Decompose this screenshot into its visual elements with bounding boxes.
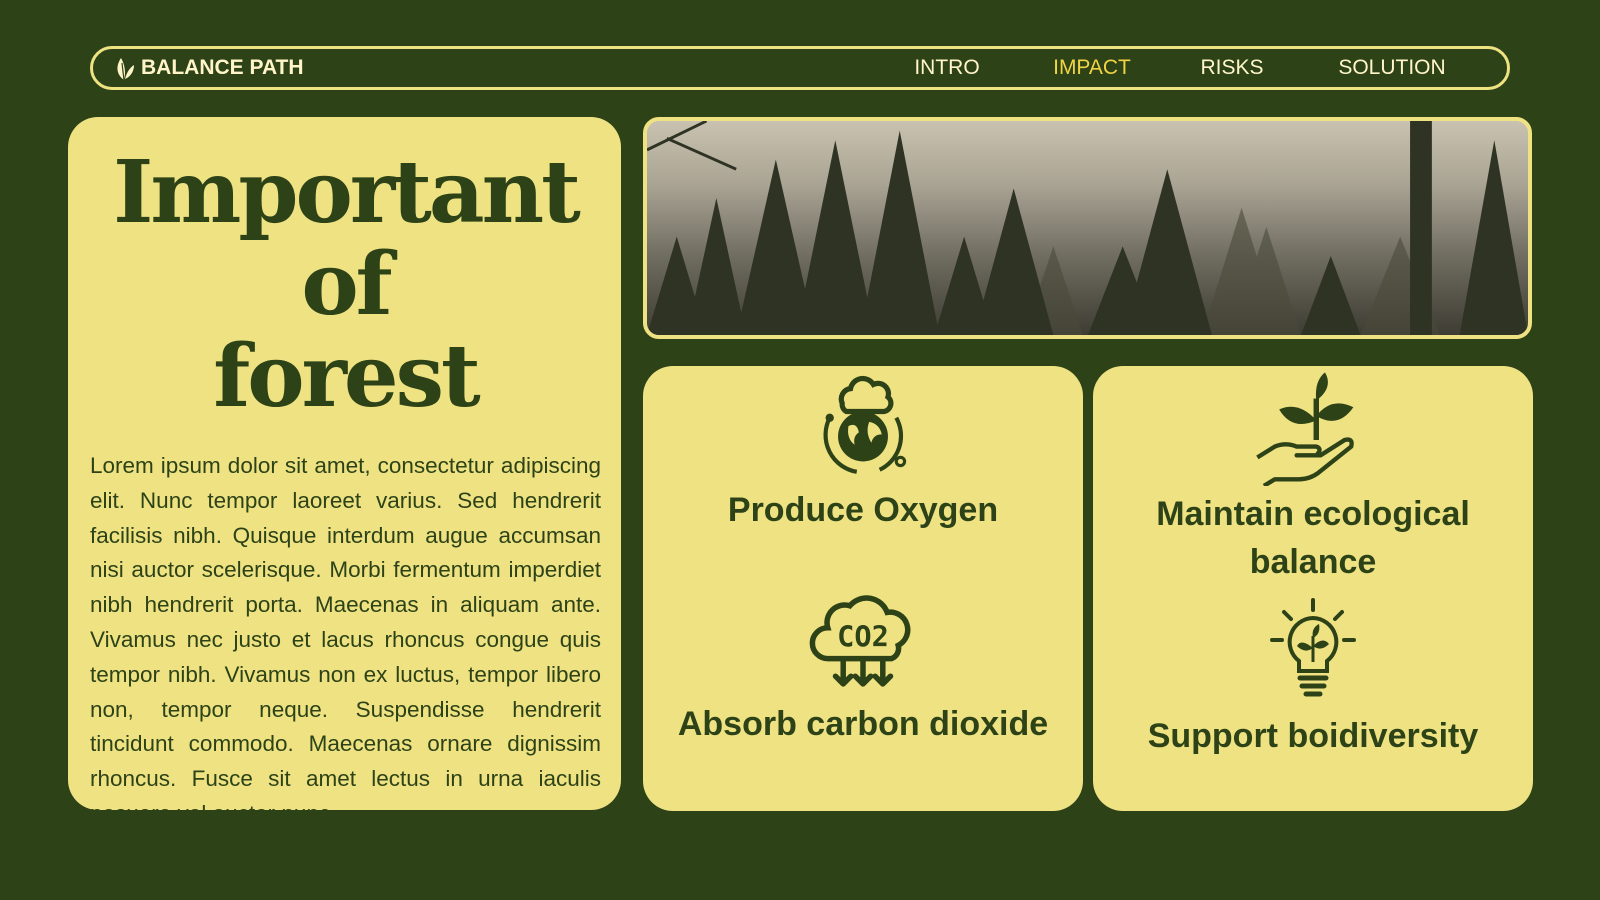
co2-cloud-icon: CO2 [809,595,911,687]
benefit-label: Support boidiversity [1147,717,1479,755]
brand-name: BALANCE PATH [141,56,304,79]
nav-risks[interactable]: RISKS [1167,56,1297,80]
forest-illustration [647,121,1528,335]
page-title: Important of forest [90,147,601,423]
nav-menu: INTRO IMPACT RISKS SOLUTION [877,56,1487,80]
title-line-1: Important of [113,142,581,335]
benefit-label: Maintain ecological balance [1156,495,1470,581]
benefit-label: Produce Oxygen [727,491,999,529]
leaf-icon [117,58,134,81]
top-navigation: BALANCE PATH INTRO IMPACT RISKS SOLUTION [90,46,1510,90]
benefit-support-biodiversity: Support boidiversity [1093,598,1533,760]
intro-panel: Important of forest Lorem ipsum dolor si… [68,117,621,826]
co2-text: CO2 [837,620,889,654]
nav-impact[interactable]: IMPACT [1017,56,1167,80]
benefit-card-2: Maintain ecological balance Support boid… [1093,366,1533,811]
benefit-maintain-balance: Maintain ecological balance [1093,370,1533,586]
lightbulb-plant-icon [1270,598,1356,697]
earth-cloud-icon [823,375,907,474]
nav-solution[interactable]: SOLUTION [1297,56,1487,80]
forest-photo [643,117,1532,339]
brand[interactable]: BALANCE PATH [113,55,304,81]
benefit-absorb-co2: CO2 Absorb carbon dioxide [643,586,1083,748]
benefit-label: Absorb carbon dioxide [677,705,1049,743]
benefit-produce-oxygen: Produce Oxygen [643,372,1083,534]
title-line-2: forest [213,326,481,427]
nav-intro[interactable]: INTRO [877,56,1017,80]
hand-plant-icon [1256,372,1354,486]
benefit-card-1: Produce Oxygen CO2 Absorb carbon dioxide [643,366,1083,811]
body-text: Lorem ipsum dolor sit amet, consectetur … [90,453,601,826]
